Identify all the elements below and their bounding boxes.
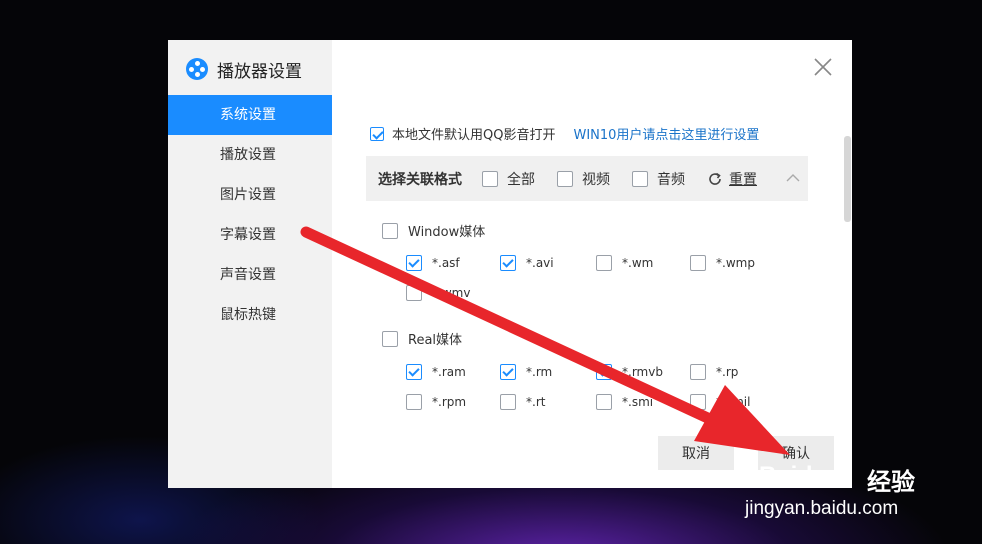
group-window-media[interactable]: Window媒体 <box>382 221 485 240</box>
watermark-brand: Baidu <box>759 462 828 490</box>
format-item[interactable]: *.rt <box>500 394 545 410</box>
sidebar-item-sound[interactable]: 声音设置 <box>168 255 332 295</box>
sidebar-item-hotkeys[interactable]: 鼠标热键 <box>168 295 332 335</box>
default-open-label: 本地文件默认用QQ影音打开 <box>392 128 556 143</box>
format-checkbox[interactable] <box>500 394 516 410</box>
cancel-button[interactable]: 取消 <box>658 436 734 470</box>
filter-audio-checkbox[interactable] <box>632 170 648 187</box>
watermark-brand-text: Baidu <box>759 462 829 489</box>
format-label: *.rp <box>716 365 739 379</box>
group-window-media-label: Window媒体 <box>408 225 486 240</box>
format-item[interactable]: *.smil <box>690 394 750 410</box>
format-item[interactable]: *.avi <box>500 255 554 271</box>
dialog-title: 播放器设置 <box>217 61 302 82</box>
filter-video[interactable]: 视频 <box>557 169 610 189</box>
chevron-up-icon[interactable] <box>784 169 802 187</box>
format-label: *.smil <box>716 395 751 409</box>
format-list: Window媒体 *.asf *.avi *.wm *.wmp *.wmv Re… <box>366 208 808 410</box>
format-item[interactable]: *.wmp <box>690 255 755 271</box>
format-label: *.rpm <box>432 395 467 409</box>
scrolled-section-heading: ▔▔ ▔▔ <box>366 96 414 105</box>
format-checkbox[interactable] <box>690 364 706 380</box>
format-item[interactable]: *.rmvb <box>596 364 663 380</box>
format-checkbox[interactable] <box>500 364 516 380</box>
reset-button[interactable]: 重置 <box>707 169 757 189</box>
format-label: *.asf <box>432 256 460 270</box>
filter-audio[interactable]: 音频 <box>632 169 685 189</box>
format-label: *.smi <box>622 395 654 409</box>
filter-all[interactable]: 全部 <box>482 169 535 189</box>
qq-player-logo-icon <box>186 58 208 80</box>
format-item[interactable]: *.smi <box>596 394 653 410</box>
filter-all-checkbox[interactable] <box>482 170 498 187</box>
format-item[interactable]: *.asf <box>406 255 460 271</box>
format-label: *.rm <box>526 365 553 379</box>
format-label: *.wmv <box>432 286 471 300</box>
format-filter-bar: 选择关联格式 全部 视频 音频 重置 <box>366 156 808 201</box>
format-item[interactable]: *.wm <box>596 255 653 271</box>
format-label: *.wm <box>622 256 654 270</box>
sidebar-item-image[interactable]: 图片设置 <box>168 175 332 215</box>
format-item[interactable]: *.rp <box>690 364 738 380</box>
refresh-icon <box>709 172 721 185</box>
settings-dialog: 播放器设置 系统设置 播放设置 图片设置 字幕设置 声音设置 鼠标热键 ▔▔ ▔… <box>168 40 852 488</box>
format-checkbox[interactable] <box>406 255 422 271</box>
format-checkbox[interactable] <box>596 255 612 271</box>
sidebar-item-subtitle[interactable]: 字幕设置 <box>168 215 332 255</box>
format-item[interactable]: *.ram <box>406 364 466 380</box>
settings-content: ▔▔ ▔▔ 本地文件默认用QQ影音打开 WIN10用户请点击这里进行设置 选择关… <box>332 40 852 488</box>
format-item[interactable]: *.rm <box>500 364 552 380</box>
settings-nav: 系统设置 播放设置 图片设置 字幕设置 声音设置 鼠标热键 <box>168 95 332 335</box>
baidu-jingyan-watermark: Baidu 经验 jingyan.baidu.com <box>745 462 945 528</box>
format-checkbox[interactable] <box>406 394 422 410</box>
format-checkbox[interactable] <box>690 255 706 271</box>
watermark-cn: 经验 <box>867 468 915 496</box>
group-real-media-label: Real媒体 <box>408 333 463 348</box>
group-real-media-checkbox[interactable] <box>382 330 398 347</box>
filter-all-label: 全部 <box>507 171 535 188</box>
watermark-url: jingyan.baidu.com <box>745 498 899 519</box>
format-checkbox[interactable] <box>596 364 612 380</box>
sidebar: 播放器设置 系统设置 播放设置 图片设置 字幕设置 声音设置 鼠标热键 <box>168 40 332 488</box>
format-checkbox[interactable] <box>406 364 422 380</box>
format-label: *.wmp <box>716 256 755 270</box>
win10-settings-link[interactable]: WIN10用户请点击这里进行设置 <box>573 124 759 143</box>
default-open-checkbox[interactable] <box>370 126 384 141</box>
group-window-media-checkbox[interactable] <box>382 222 398 239</box>
default-open-row: 本地文件默认用QQ影音打开 WIN10用户请点击这里进行设置 <box>370 124 759 143</box>
filter-title: 选择关联格式 <box>378 171 462 188</box>
format-checkbox[interactable] <box>406 285 422 301</box>
reset-label: 重置 <box>729 171 757 188</box>
sidebar-item-system[interactable]: 系统设置 <box>168 95 332 135</box>
format-checkbox[interactable] <box>500 255 516 271</box>
format-checkbox[interactable] <box>690 394 706 410</box>
group-real-media[interactable]: Real媒体 <box>382 329 462 348</box>
filter-audio-label: 音频 <box>657 171 685 188</box>
scrollbar-thumb[interactable] <box>844 136 851 222</box>
sidebar-item-playback[interactable]: 播放设置 <box>168 135 332 175</box>
format-label: *.avi <box>526 256 554 270</box>
format-label: *.ram <box>432 365 466 379</box>
format-checkbox[interactable] <box>596 394 612 410</box>
format-label: *.rmvb <box>622 365 663 379</box>
dialog-header: 播放器设置 <box>186 56 302 82</box>
filter-video-checkbox[interactable] <box>557 170 573 187</box>
format-label: *.rt <box>526 395 546 409</box>
filter-video-label: 视频 <box>582 171 610 188</box>
format-item[interactable]: *.wmv <box>406 285 470 301</box>
format-item[interactable]: *.rpm <box>406 394 466 410</box>
